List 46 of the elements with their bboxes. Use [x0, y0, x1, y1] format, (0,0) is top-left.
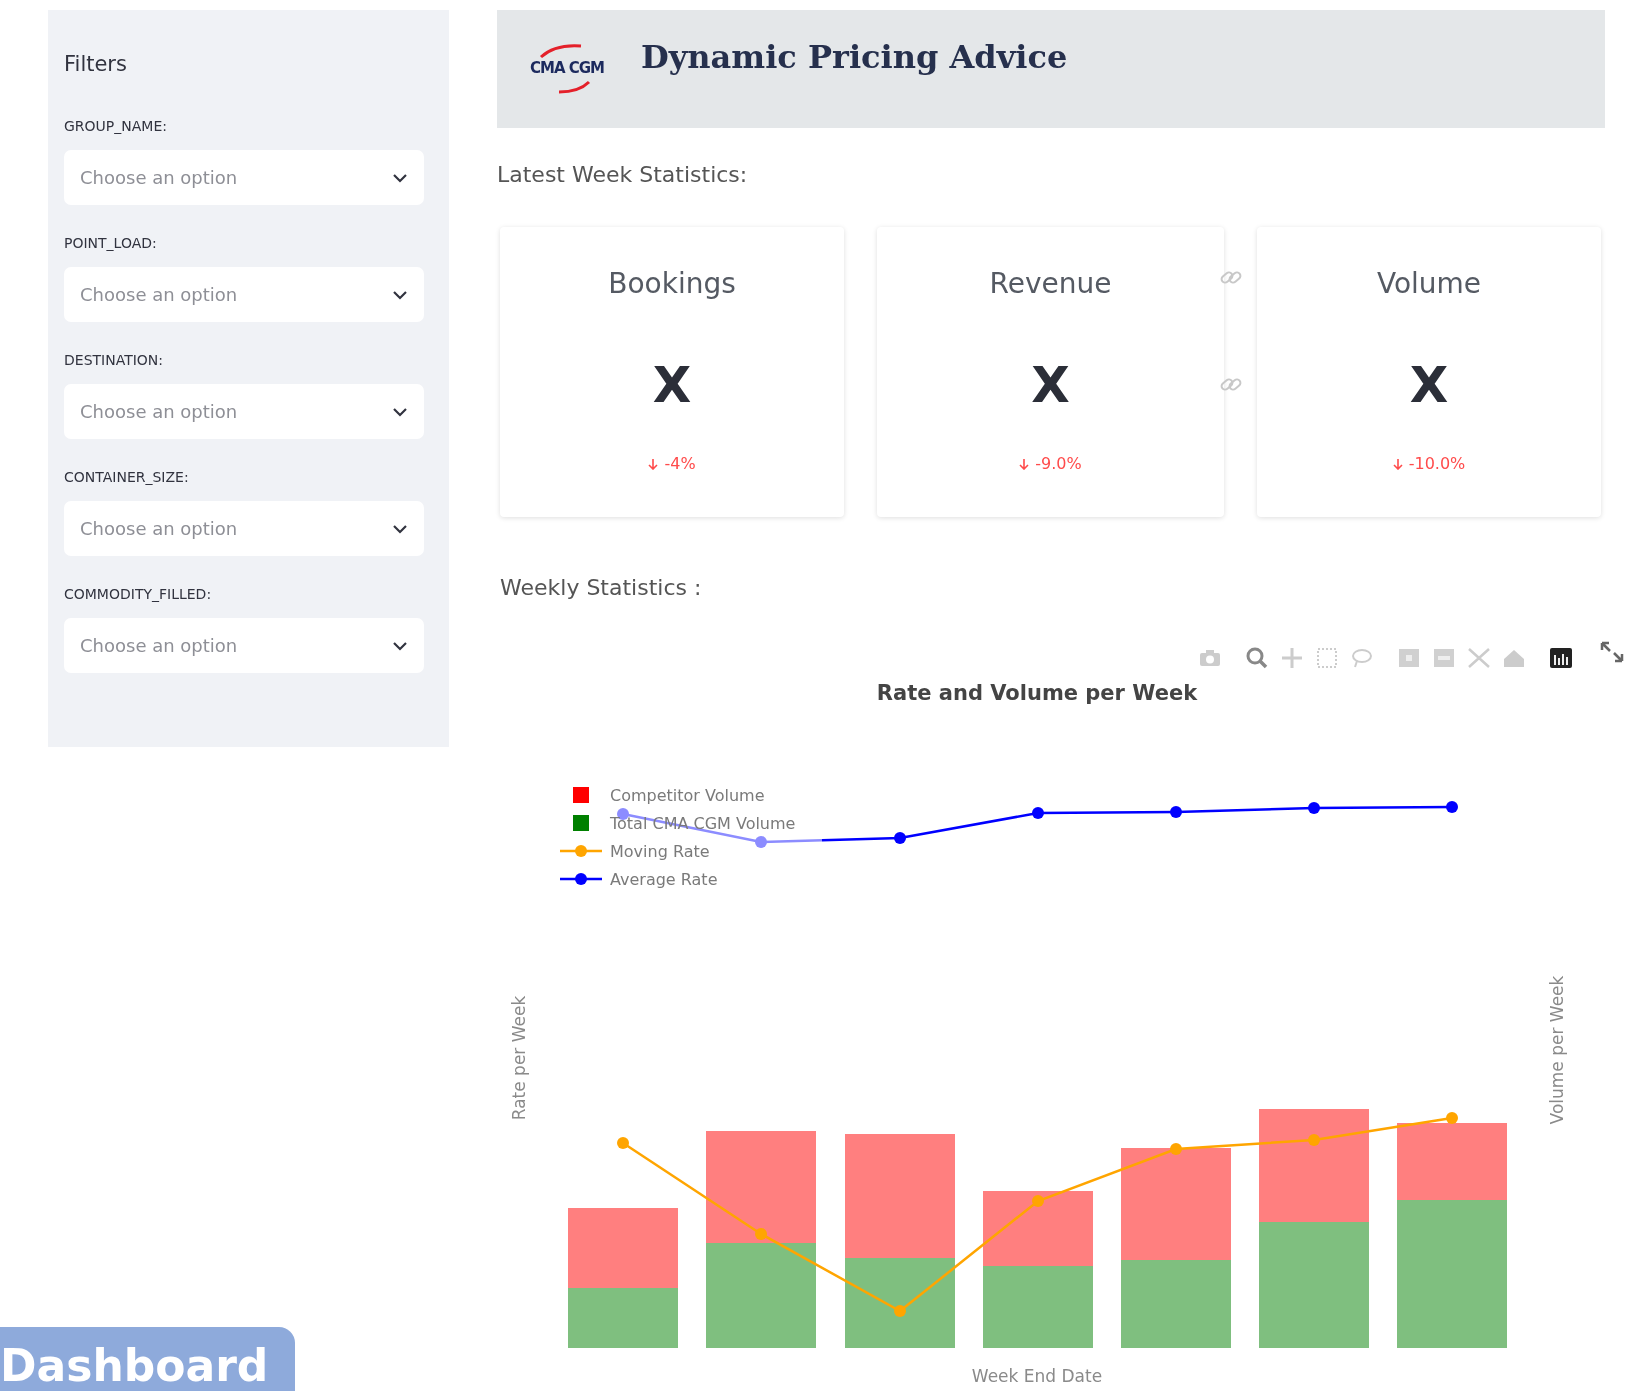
dashboard-button[interactable]: Dashboard: [0, 1327, 295, 1391]
chevron-down-icon: [392, 523, 408, 534]
metric-delta: -4%: [664, 454, 696, 473]
page-title: Dynamic Pricing Advice: [641, 38, 1068, 76]
chevron-down-icon: [392, 172, 408, 183]
metric-delta: -10.0%: [1408, 454, 1466, 473]
select-field[interactable]: Choose an option: [64, 618, 424, 673]
zoom-out-icon[interactable]: [1431, 646, 1457, 670]
filter-label: GROUP_NAME:: [64, 118, 167, 136]
logo: CMA CGM: [519, 40, 615, 98]
metric-value: X: [1409, 356, 1449, 414]
axis-title: Volume per Week: [1547, 975, 1567, 1125]
sidebar-title: Filters: [64, 52, 127, 78]
axis-title: Rate per Week: [509, 995, 529, 1121]
section-heading: Latest Week Statistics:: [497, 162, 748, 187]
metric-delta: -9.0%: [1035, 454, 1082, 473]
chart-title: Rate and Volume per Week: [876, 681, 1198, 705]
axis-title: Week End Date: [971, 1366, 1103, 1386]
chevron-down-icon: [392, 406, 408, 417]
zoom-in-icon[interactable]: [1396, 646, 1422, 670]
select-field[interactable]: Choose an option: [64, 384, 424, 439]
box-select-icon[interactable]: [1314, 646, 1340, 670]
lasso-icon[interactable]: [1349, 646, 1375, 670]
filter-label: POINT_LOAD:: [64, 235, 157, 253]
bar-chart-logo-icon[interactable]: [1548, 646, 1574, 670]
chevron-down-icon: [392, 640, 408, 651]
filter-label: DESTINATION:: [64, 352, 164, 370]
metric-label: Bookings: [608, 267, 736, 300]
metric-label: Revenue: [989, 267, 1112, 300]
fullscreen-icon[interactable]: [1599, 640, 1625, 664]
legend-label: Competitor Volume: [610, 785, 765, 805]
metric-value: X: [1031, 356, 1070, 414]
autoscale-icon[interactable]: [1466, 646, 1492, 670]
select-field[interactable]: Choose an option: [64, 267, 424, 322]
select-field[interactable]: Choose an option: [64, 501, 424, 556]
section-heading: Weekly Statistics :: [500, 575, 702, 600]
filter-label: CONTAINER_SIZE:: [64, 469, 189, 487]
legend-label: Average Rate: [610, 869, 718, 889]
legend-label: Moving Rate: [610, 841, 710, 861]
select-field[interactable]: Choose an option: [64, 150, 424, 205]
metric-value: X: [652, 356, 692, 414]
filter-label: COMMODITY_FILLED:: [64, 586, 212, 604]
zoom-icon[interactable]: [1244, 646, 1270, 670]
metric-label: Volume: [1376, 267, 1482, 300]
chevron-down-icon: [392, 289, 408, 300]
pan-icon[interactable]: [1279, 646, 1305, 670]
